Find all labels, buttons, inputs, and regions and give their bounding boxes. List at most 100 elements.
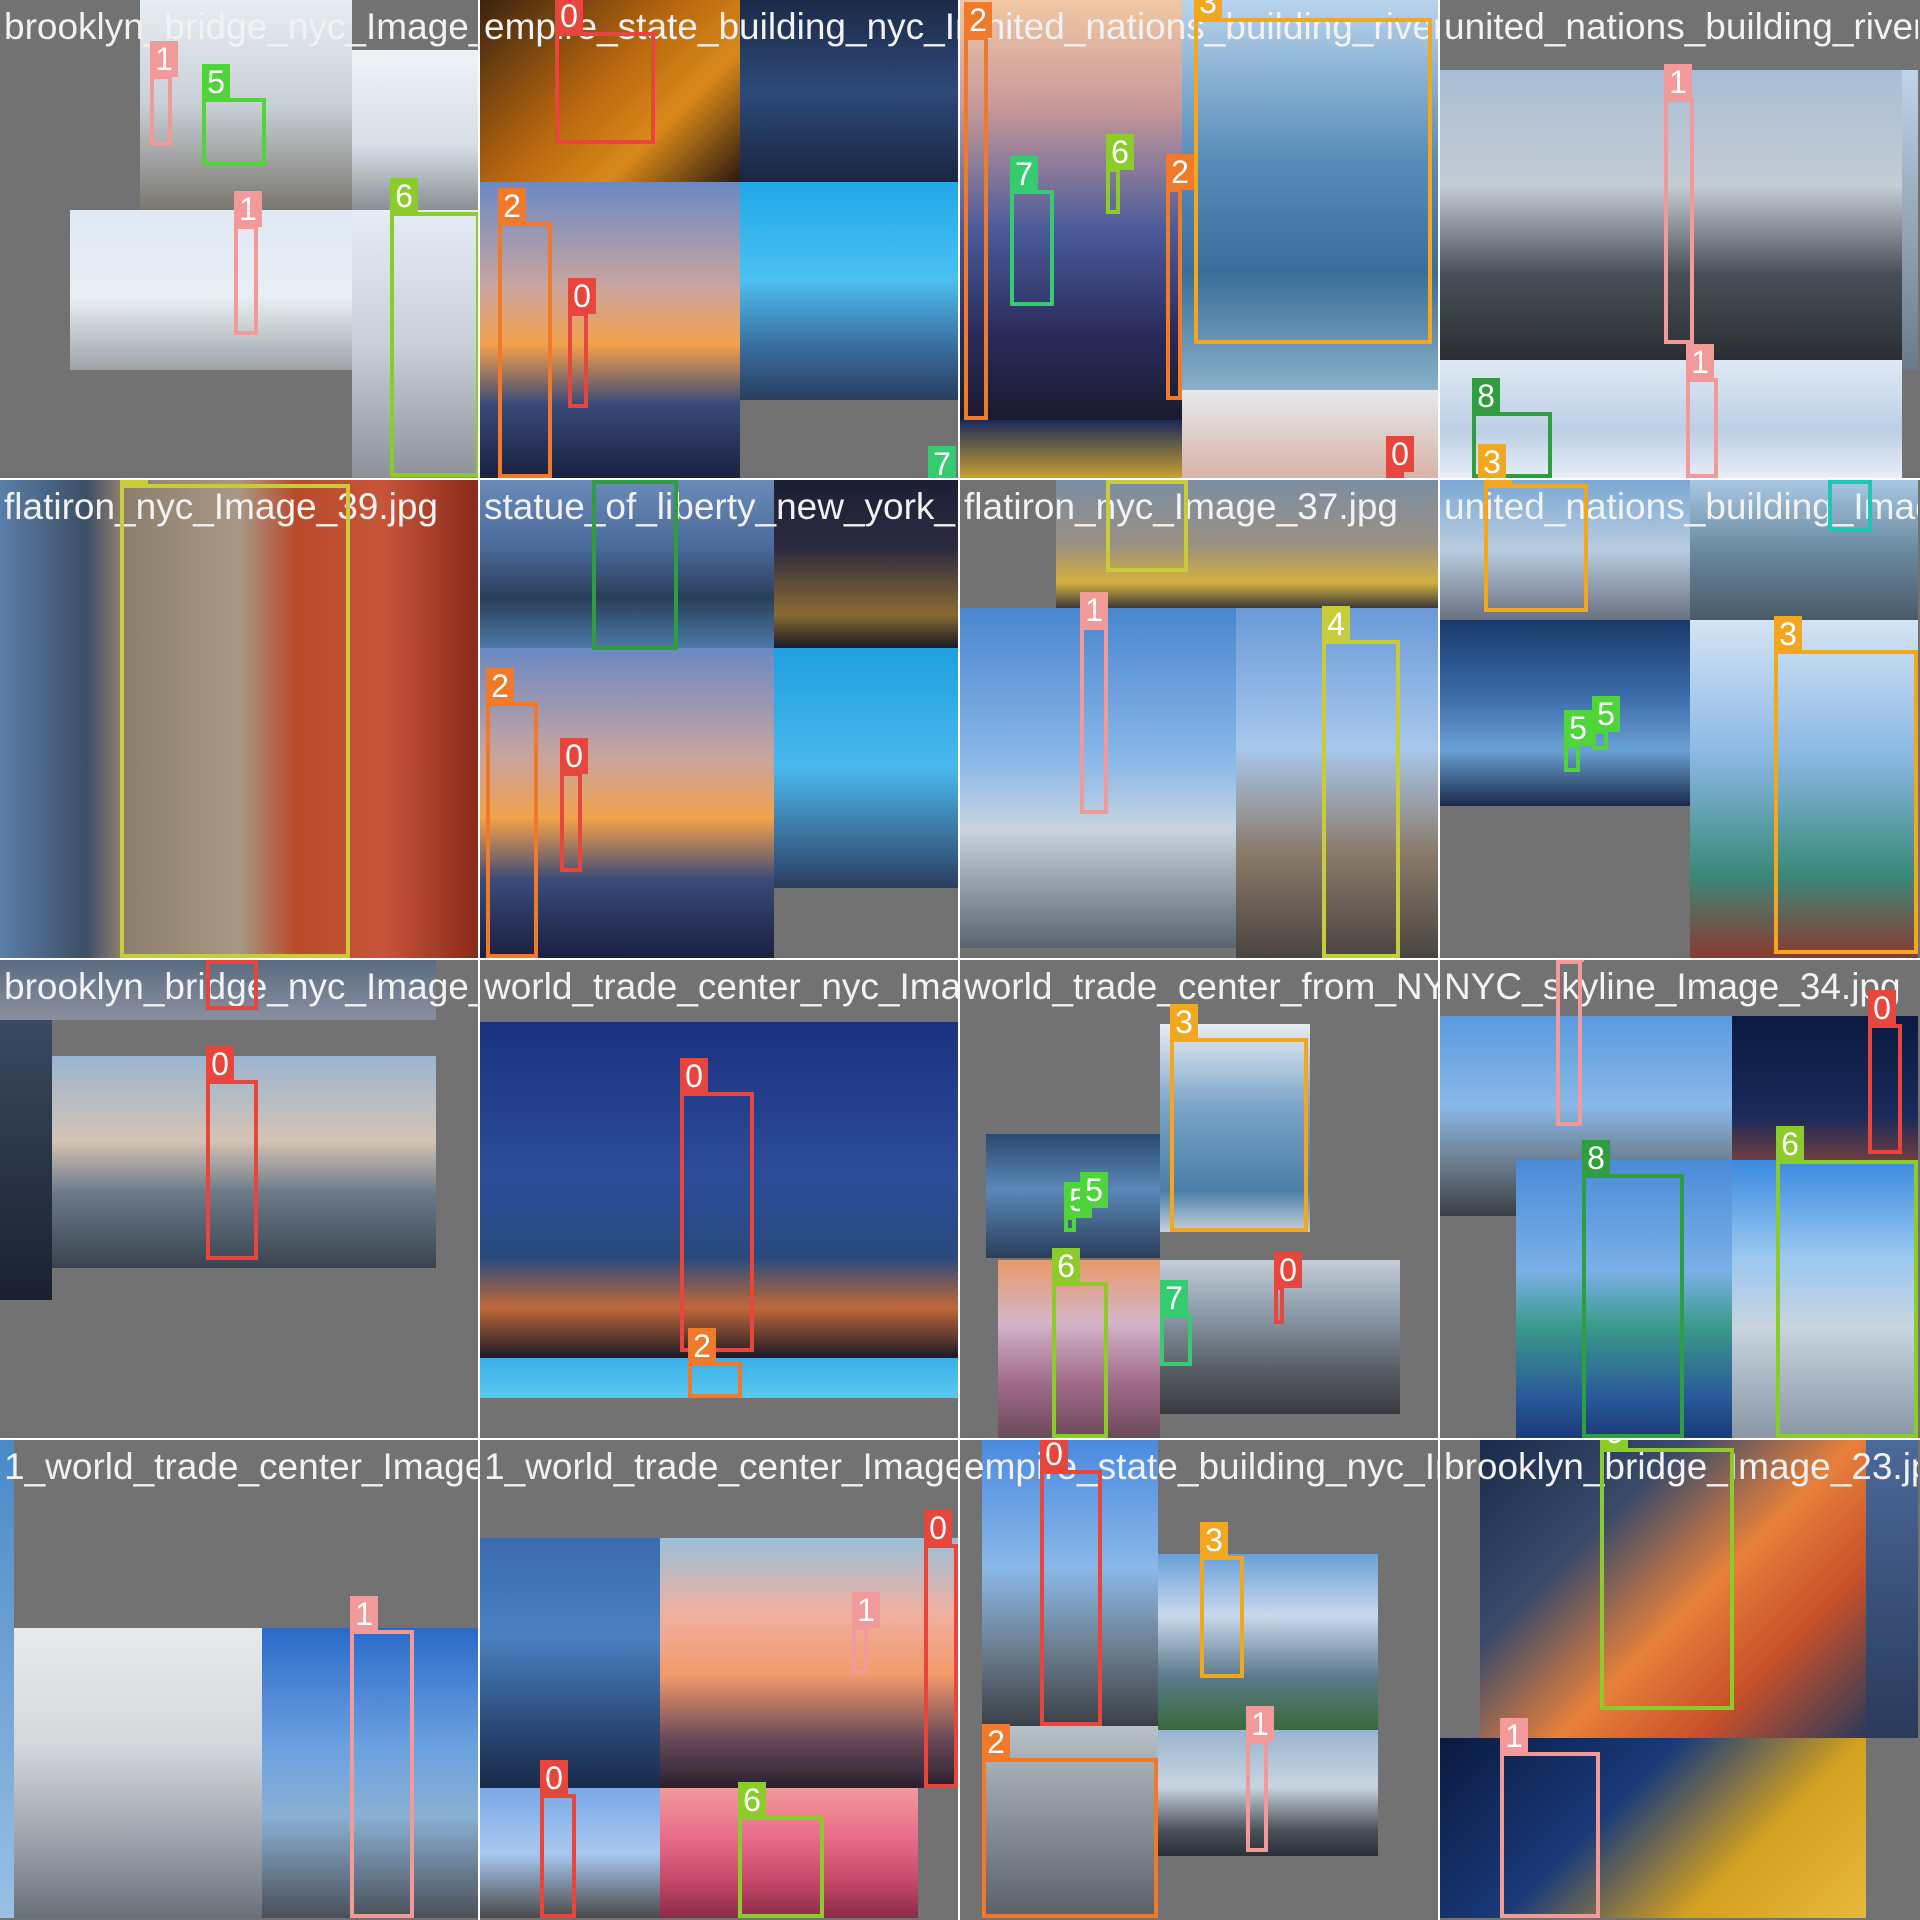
bbox-label: 7 (928, 446, 956, 478)
bbox-label: 1 (1664, 64, 1692, 100)
bbox-label: 6 (390, 178, 418, 214)
photo (0, 1020, 52, 1300)
bbox-label: 6 (1106, 134, 1134, 170)
bbox: 5 (1080, 1172, 1108, 1218)
bbox-label: 2 (498, 188, 526, 224)
bbox-label: 0 (680, 1058, 708, 1094)
bbox: 3 (1194, 0, 1432, 344)
tile-title: united_nations_building_river_Image_9.jp… (1444, 6, 1918, 47)
bbox: 6 (1776, 1126, 1918, 1438)
bbox: 4 (1322, 606, 1400, 958)
tile-10: world_trade_center_from_NYC_skyline_Imag… (960, 960, 1438, 1438)
bbox: 3 (1484, 480, 1588, 612)
bbox-label: 0 (1386, 436, 1414, 472)
tile-11: NYC_skyline_Image_34.jpg 1 0 8 6 (1440, 960, 1918, 1438)
bbox-label: 6 (1600, 1440, 1628, 1450)
bbox-label: 0 (206, 960, 234, 962)
tile-14: empire_state_building_nyc_Image_68.jpg 0… (960, 1440, 1438, 1918)
bbox-label: 2 (964, 2, 992, 38)
bbox: 6 (1052, 1248, 1108, 1438)
bbox: 1 (1686, 344, 1718, 478)
bbox: 2 (688, 1328, 742, 1398)
bbox: 1 (234, 191, 262, 335)
bbox-label: 1 (852, 1592, 880, 1628)
bbox-label: 1 (350, 1596, 378, 1632)
bbox-label: 1 (1246, 1706, 1274, 1742)
bbox-label: 0 (1868, 990, 1896, 1026)
tile-8: brooklyn_bridge_nyc_Image_134.jpg 0 0 (0, 960, 478, 1438)
bbox: 7 (1160, 1280, 1192, 1366)
bbox: 2 (498, 188, 552, 478)
photo (14, 1628, 262, 1918)
tile-title: world_trade_center_nyc_Image_36.jpg (484, 966, 958, 1007)
bbox-label: 5 (1080, 1172, 1108, 1208)
bbox-label: 1 (150, 41, 178, 77)
bbox-label: 5 (1592, 696, 1620, 732)
bbox-label: 0 (560, 738, 588, 774)
photo (0, 1440, 14, 1918)
bbox-label: 6 (738, 1782, 766, 1818)
grid-separator (958, 0, 960, 1920)
bbox-label: 1 (234, 191, 262, 227)
bbox: 0 (1868, 990, 1902, 1154)
bbox-label: 0 (568, 278, 596, 314)
tile-title: world_trade_center_from_NYC_skyline_Imag… (964, 966, 1438, 1007)
bbox: 6 (738, 1782, 824, 1918)
grid-separator (0, 478, 1920, 480)
photo (660, 1538, 958, 1788)
bbox: 5 (1064, 1182, 1092, 1232)
bbox: 5 (202, 64, 266, 166)
bbox: 6 (390, 178, 478, 477)
bbox-label: 5 (202, 64, 230, 100)
bbox: 2 (982, 1724, 1158, 1918)
bbox: 2 (964, 2, 992, 420)
bbox-label: 1 (1556, 960, 1584, 962)
bbox-label: 3 (1194, 0, 1222, 20)
tile-13: 1_world_trade_center_Image_10.jpg 0 1 0 … (480, 1440, 958, 1918)
bbox: 0 (680, 1058, 754, 1352)
bbox: 4 (120, 480, 350, 958)
bbox-label: 6 (1052, 1248, 1080, 1284)
tile-3: united_nations_building_river_Image_9.jp… (1440, 0, 1918, 478)
bbox-label: 0 (924, 1510, 952, 1546)
bbox: 6 (1106, 134, 1134, 214)
grid-separator (0, 958, 1920, 960)
bbox-label: 4 (1106, 480, 1134, 482)
bbox: 0 (206, 1046, 258, 1260)
bbox-label: 8 (1582, 1140, 1610, 1176)
bbox: 1 (1080, 592, 1108, 814)
bbox: 1 (852, 1592, 880, 1674)
bbox: 0 (1386, 436, 1414, 478)
bbox-label: 2 (982, 1724, 1010, 1760)
bbox: 1 (150, 41, 178, 145)
bbox-label: 4 (1322, 606, 1350, 642)
bbox: 3 (1200, 1522, 1244, 1678)
bbox: 0 (540, 1760, 576, 1918)
photo (960, 420, 1182, 478)
bbox-label: 8 (592, 480, 620, 482)
tile-15: brooklyn_bridge_Image_23.jpg 6 1 (1440, 1440, 1918, 1918)
bbox: 1 (1664, 64, 1694, 344)
bbox-label: 3 (1478, 444, 1506, 478)
tile-7: united_nations_building_Image_14.jpg 9 3… (1440, 480, 1918, 958)
bbox-label: 7 (1160, 1280, 1188, 1316)
tile-9: world_trade_center_nyc_Image_36.jpg 0 2 (480, 960, 958, 1438)
bbox: 3 (1774, 616, 1918, 954)
bbox-label: 3 (1484, 480, 1512, 486)
bbox: 2 (486, 668, 538, 958)
bbox: 5 (1592, 696, 1620, 750)
bbox-label: 8 (1472, 378, 1500, 414)
bbox: 0 (206, 960, 258, 1010)
tile-title: NYC_skyline_Image_34.jpg (1444, 966, 1901, 1007)
bbox-label: 2 (688, 1328, 716, 1364)
bbox: 0 (560, 738, 588, 872)
bbox-label: 7 (1010, 156, 1038, 192)
photo (960, 0, 1182, 420)
bbox-label: 2 (1166, 154, 1194, 190)
bbox: 0 (1040, 1440, 1102, 1726)
bbox-label: 0 (1040, 1440, 1068, 1472)
bbox: 1 (1556, 960, 1584, 1126)
tile-title: 1_world_trade_center_Image_10.jpg (484, 1446, 958, 1487)
photo (1902, 70, 1918, 370)
bbox: 4 (1106, 480, 1188, 572)
